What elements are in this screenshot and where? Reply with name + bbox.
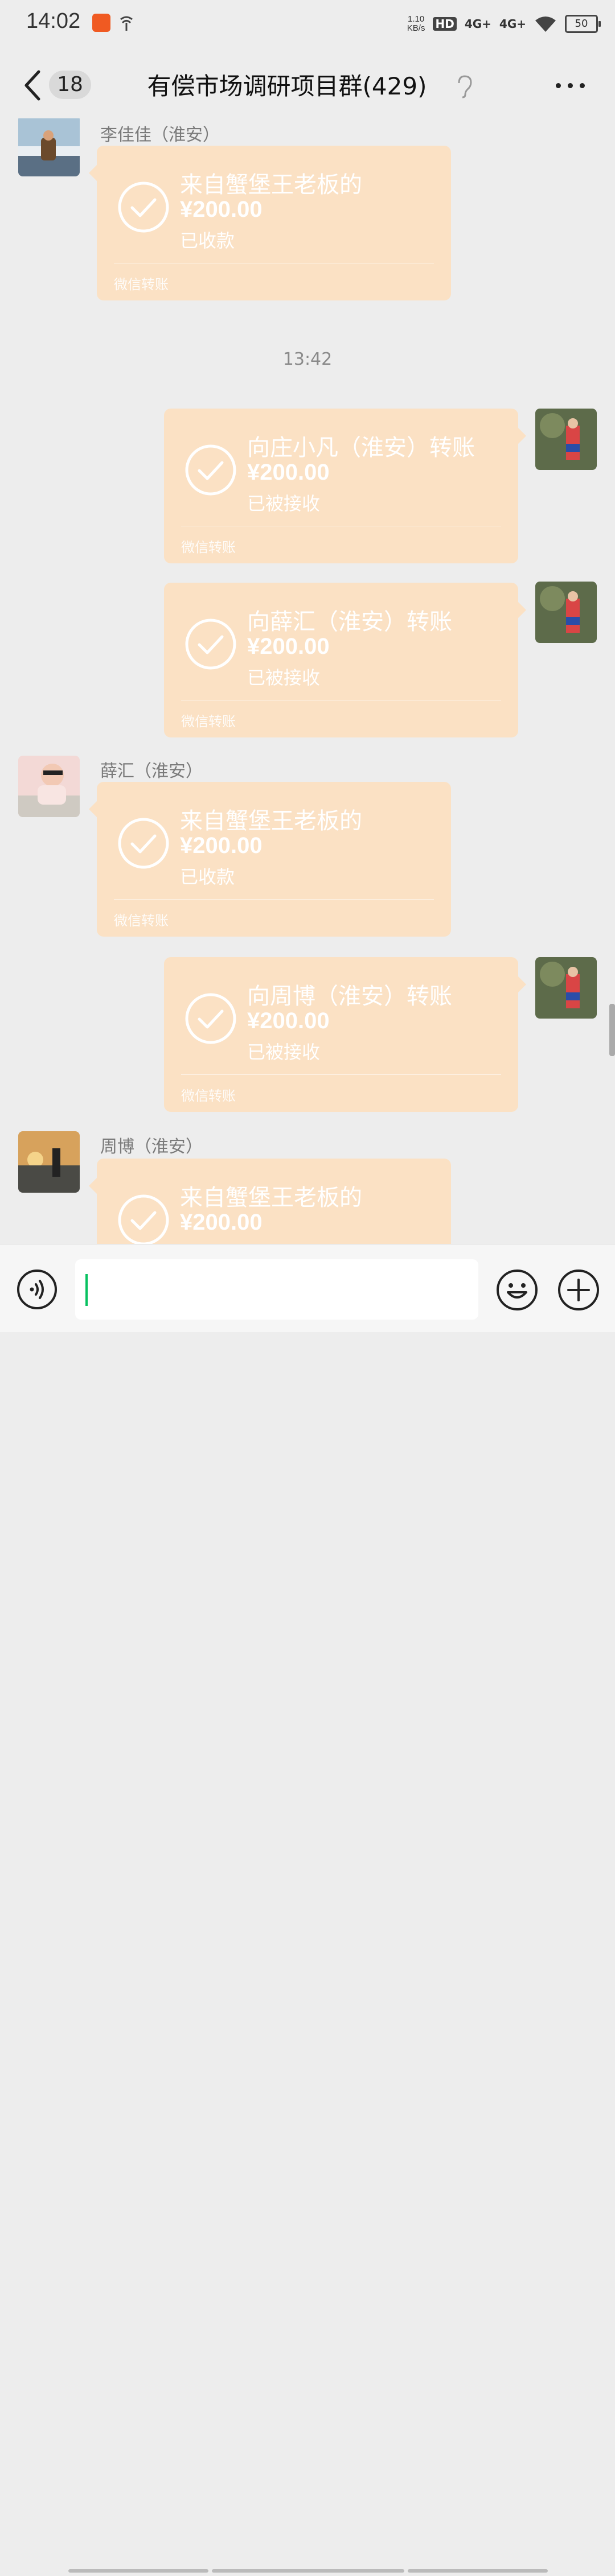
transfer-amount: ¥200.00 xyxy=(180,1210,263,1235)
network-speed: 1.10 KB/s xyxy=(407,14,425,33)
transfer-message[interactable]: 来自蟹堡王老板的 ¥200.00 已收款 微信转账 xyxy=(89,782,451,937)
transfer-footer: 微信转账 xyxy=(181,539,236,555)
transfer-status: 已收款 xyxy=(180,866,235,888)
transfer-message[interactable]: 向薛汇（淮安）转账 ¥200.00 已被接收 微信转账 xyxy=(164,583,526,737)
transfer-footer: 微信转账 xyxy=(114,913,169,929)
transfer-amount: ¥200.00 xyxy=(247,460,330,485)
transfer-status: 已被接收 xyxy=(247,1041,321,1063)
battery-icon: 50 xyxy=(565,15,601,33)
chat-header: 18 有偿市场调研项目群(429) xyxy=(0,51,615,119)
avatar[interactable] xyxy=(535,409,597,470)
scrollbar-thumb[interactable] xyxy=(609,1004,615,1056)
transfer-footer: 微信转账 xyxy=(181,1088,236,1104)
gesture-bar xyxy=(0,2568,615,2576)
transfer-message[interactable]: 向周博（淮安）转账 ¥200.00 已被接收 微信转账 xyxy=(164,957,526,1112)
status-bar: 14:02 1.10 KB/s HD 4G+ 4G+ 50 xyxy=(0,0,615,48)
divider xyxy=(181,1074,501,1075)
transfer-status: 已被接收 xyxy=(247,493,321,514)
emoji-icon[interactable] xyxy=(495,1268,539,1312)
transfer-footer: 微信转账 xyxy=(114,277,169,292)
sender-name: 薛汇（淮安） xyxy=(100,761,203,781)
transfer-title: 向薛汇（淮安）转账 xyxy=(247,609,452,635)
check-circle-icon xyxy=(185,444,236,496)
transfer-amount: ¥200.00 xyxy=(247,1008,330,1033)
transfer-amount: ¥200.00 xyxy=(180,197,263,222)
sender-name: 李佳佳（淮安） xyxy=(100,125,220,145)
status-time: 14:02 xyxy=(26,9,81,33)
notification-app-icon xyxy=(92,14,110,32)
hd-voice-icon: HD xyxy=(433,17,457,31)
carrier-icon xyxy=(120,16,133,31)
message-timestamp: 13:42 xyxy=(282,349,333,369)
avatar[interactable] xyxy=(535,582,597,643)
signal-icon-2: 4G+ xyxy=(499,17,526,31)
transfer-title: 向庄小凡（淮安）转账 xyxy=(247,435,475,461)
text-cursor xyxy=(85,1274,88,1306)
avatar[interactable] xyxy=(18,1131,80,1193)
sender-name: 周博（淮安） xyxy=(100,1137,203,1157)
transfer-message[interactable]: 向庄小凡（淮安）转账 ¥200.00 已被接收 微信转账 xyxy=(164,409,526,563)
chat-title-text: 有偿市场调研项目群(429) xyxy=(147,72,427,100)
check-circle-icon xyxy=(185,619,236,670)
transfer-title: 向周博（淮安）转账 xyxy=(247,983,452,1009)
avatar[interactable] xyxy=(535,957,597,1019)
check-circle-icon xyxy=(185,993,236,1044)
transfer-message[interactable]: 来自蟹堡王老板的 ¥200.00 已收款 微信转账 xyxy=(89,146,451,300)
transfer-status: 已被接收 xyxy=(247,667,321,689)
input-bar xyxy=(0,1244,615,2573)
add-icon[interactable] xyxy=(557,1268,600,1312)
transfer-amount: ¥200.00 xyxy=(180,833,263,858)
check-circle-icon xyxy=(118,1194,169,1244)
more-options-icon[interactable] xyxy=(556,83,585,88)
message-list[interactable]: 李佳佳（淮安） 来自蟹堡王老板的 ¥200.00 已收款 微信转账 13:42 … xyxy=(0,118,615,1244)
chat-title: 有偿市场调研项目群(429) xyxy=(0,67,615,102)
wifi-icon xyxy=(535,17,556,32)
transfer-status: 已收款 xyxy=(180,230,235,252)
ear-mode-icon xyxy=(458,75,472,98)
avatar[interactable] xyxy=(18,118,80,176)
transfer-footer: 微信转账 xyxy=(181,714,236,729)
transfer-title: 来自蟹堡王老板的 xyxy=(180,1185,362,1211)
voice-input-icon[interactable] xyxy=(16,1268,58,1310)
transfer-title: 来自蟹堡王老板的 xyxy=(180,808,362,834)
transfer-title: 来自蟹堡王老板的 xyxy=(180,172,362,198)
signal-icon-1: 4G+ xyxy=(464,17,491,31)
check-circle-icon xyxy=(118,182,169,233)
transfer-amount: ¥200.00 xyxy=(247,634,330,659)
check-circle-icon xyxy=(118,818,169,869)
divider xyxy=(114,899,434,900)
avatar[interactable] xyxy=(18,756,80,817)
transfer-message[interactable]: 来自蟹堡王老板的 ¥200.00 xyxy=(89,1159,451,1244)
message-input[interactable] xyxy=(75,1259,478,1320)
